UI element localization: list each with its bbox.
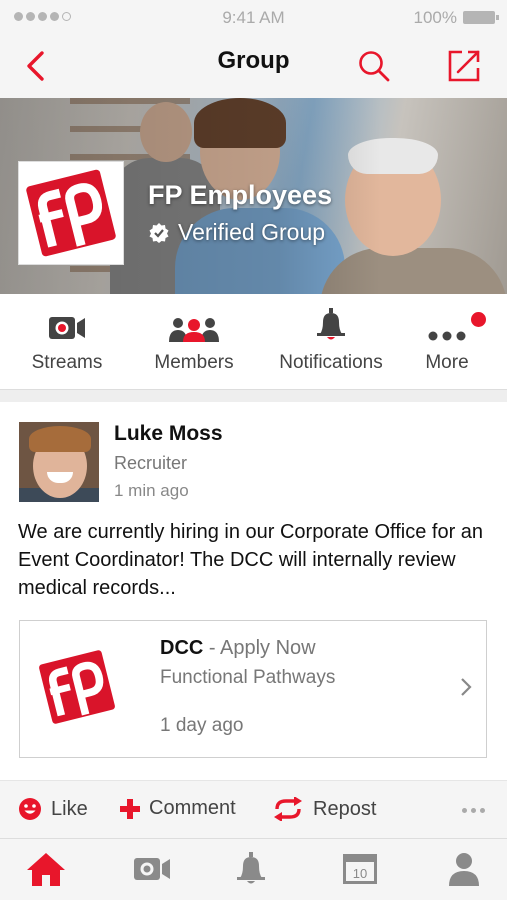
battery-icon	[463, 11, 499, 24]
repost-label: Repost	[313, 797, 377, 820]
video-camera-icon	[134, 858, 170, 880]
tab-notifications[interactable]: Notifications	[264, 294, 398, 390]
plus-icon	[120, 798, 140, 819]
author-role: Recruiter	[114, 453, 188, 473]
tab-notifications-label: Notifications	[279, 352, 383, 373]
smiley-icon	[19, 798, 41, 820]
post-text: We are currently hiring in our Corporate…	[18, 521, 484, 599]
tab-more[interactable]: More	[406, 294, 488, 390]
navbar: Group	[0, 34, 507, 98]
group-name: FP Employees	[148, 180, 333, 210]
tab-streams-label: Streams	[31, 352, 103, 373]
battery-percentage: 100%	[413, 8, 457, 27]
tab-members-label: Members	[154, 352, 234, 373]
status-bar: 9:41 AM 100%	[0, 0, 507, 34]
profile-icon	[449, 853, 479, 886]
group-tabs: Streams Members Notifications More	[0, 294, 507, 390]
notification-badge	[471, 312, 486, 327]
comment-label: Comment	[149, 797, 236, 819]
verified-badge-icon	[149, 222, 169, 243]
calendar-day: 10	[353, 866, 367, 881]
post-timestamp: 1 min ago	[114, 481, 189, 500]
job-posted-time: 1 day ago	[160, 715, 244, 736]
chevron-right-icon	[460, 677, 472, 702]
verified-text: Verified Group	[178, 219, 326, 245]
job-code: DCC	[160, 637, 204, 659]
bell-icon	[237, 852, 265, 884]
compose-icon	[448, 50, 480, 82]
job-separator: -	[203, 637, 221, 659]
tab-more-label: More	[425, 352, 469, 373]
group-logo[interactable]	[18, 161, 124, 265]
job-title: DCC - Apply Now	[160, 637, 316, 660]
repost-icon	[274, 797, 302, 821]
search-icon	[359, 51, 390, 82]
home-icon	[27, 853, 65, 886]
page-title: Group	[217, 47, 290, 74]
comment-button[interactable]: Comment	[120, 797, 236, 820]
home-tab[interactable]	[24, 849, 68, 889]
bottom-tab-bar: 10	[0, 838, 507, 900]
post-actions: Like Comment Repost	[0, 780, 507, 838]
repost-button[interactable]: Repost	[272, 797, 376, 821]
tab-streams[interactable]: Streams	[0, 294, 134, 390]
job-attachment-card[interactable]: DCC - Apply Now Functional Pathways 1 da…	[19, 620, 487, 758]
like-label: Like	[51, 797, 88, 820]
apply-now-link[interactable]: Apply Now	[220, 637, 316, 659]
tab-members[interactable]: Members	[134, 294, 254, 390]
author-name[interactable]: Luke Moss	[114, 422, 223, 446]
more-dots-icon	[428, 331, 466, 341]
fp-logo-icon	[26, 169, 116, 257]
calendar-icon: 10	[343, 854, 377, 884]
video-tab[interactable]	[130, 849, 174, 889]
profile-tab[interactable]	[442, 849, 486, 889]
calendar-tab[interactable]: 10	[338, 849, 382, 889]
company-logo	[34, 645, 120, 729]
members-icon	[169, 318, 219, 342]
notifications-tab[interactable]	[229, 849, 273, 889]
post-more-button[interactable]	[462, 808, 485, 813]
video-camera-icon	[49, 317, 85, 339]
compose-button[interactable]	[442, 44, 486, 88]
section-divider	[0, 390, 507, 402]
search-button[interactable]	[352, 44, 396, 88]
verified-label: Verified Group	[148, 219, 325, 246]
avatar[interactable]	[19, 422, 99, 502]
bell-icon	[317, 308, 345, 340]
like-button[interactable]: Like	[18, 797, 88, 821]
job-company: Functional Pathways	[160, 667, 336, 688]
fp-logo-icon	[39, 650, 115, 724]
